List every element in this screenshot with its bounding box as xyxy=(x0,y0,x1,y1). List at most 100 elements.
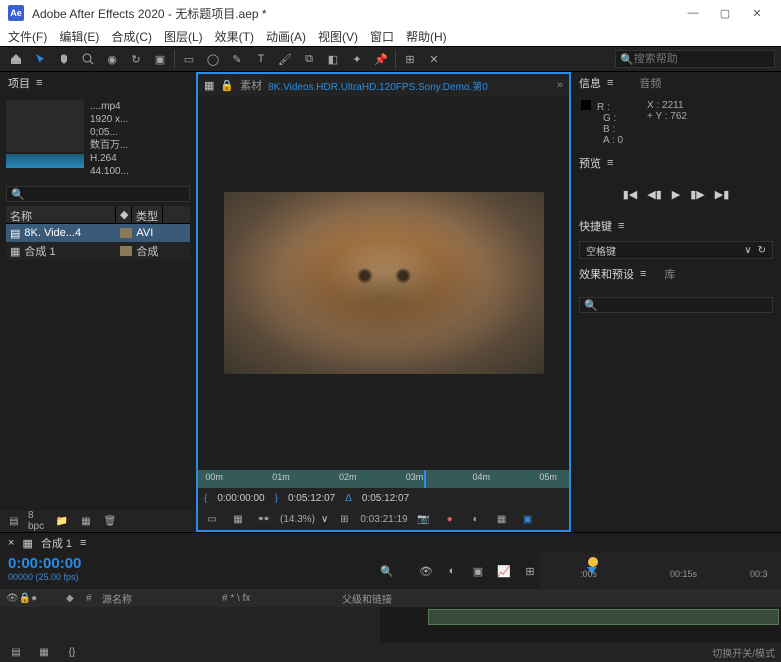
next-frame-button[interactable]: ▮▶ xyxy=(690,188,705,201)
prev-frame-button[interactable]: ◀▮ xyxy=(647,188,662,201)
pen-tool-icon[interactable]: ✎ xyxy=(227,49,247,69)
menu-file[interactable]: 文件(F) xyxy=(8,28,47,45)
roto-tool-icon[interactable]: ✦ xyxy=(347,49,367,69)
bpc-toggle[interactable]: 8 bpc xyxy=(28,511,48,531)
close-icon[interactable]: » xyxy=(557,79,563,91)
brace-icon[interactable]: {} xyxy=(62,642,82,662)
clone-tool-icon[interactable]: ⧉ xyxy=(299,49,319,69)
rotate-tool-icon[interactable]: ↻ xyxy=(126,49,146,69)
close-icon[interactable]: × xyxy=(8,537,14,549)
shy-icon[interactable]: 👁 xyxy=(416,561,436,581)
last-frame-button[interactable]: ▶▮ xyxy=(715,188,730,201)
panel-menu-icon[interactable]: ≡ xyxy=(607,157,613,169)
comp-tab[interactable]: 合成 1 xyxy=(41,535,72,551)
track-area[interactable] xyxy=(380,607,781,642)
zoom-tool-icon[interactable] xyxy=(78,49,98,69)
project-search[interactable]: 🔍 xyxy=(6,186,190,202)
zoom-value[interactable]: (14.3%) xyxy=(280,514,315,525)
menu-view[interactable]: 视图(V) xyxy=(318,28,358,45)
search-icon[interactable]: 🔍 xyxy=(380,565,394,578)
playhead-icon[interactable] xyxy=(424,470,426,488)
info-tab[interactable]: 信息 xyxy=(579,75,601,91)
snapshot-icon[interactable]: 📷 xyxy=(414,509,434,529)
lock-icon[interactable]: 🔒 xyxy=(220,79,234,92)
brush-tool-icon[interactable]: 🖌 xyxy=(275,49,295,69)
col-name[interactable]: 名称 xyxy=(6,206,116,223)
menu-help[interactable]: 帮助(H) xyxy=(406,28,447,45)
interpret-icon[interactable]: ▤ xyxy=(4,511,24,531)
minimize-button[interactable]: — xyxy=(677,7,709,19)
menu-layer[interactable]: 图层(L) xyxy=(164,28,203,45)
in-tc[interactable]: 0:00:00:00 xyxy=(217,493,264,504)
in-bracket-icon[interactable]: { xyxy=(204,493,207,504)
col-type[interactable]: 类型 xyxy=(132,206,163,223)
menu-window[interactable]: 窗口 xyxy=(370,28,394,45)
project-search-input[interactable] xyxy=(25,189,185,200)
source-col[interactable]: 源名称 xyxy=(96,591,216,606)
work-area[interactable] xyxy=(428,609,779,625)
effects-search-input[interactable] xyxy=(598,300,768,311)
library-tab[interactable]: 库 xyxy=(664,266,675,282)
menu-animation[interactable]: 动画(A) xyxy=(266,28,306,45)
col-tag[interactable]: ◆ xyxy=(116,206,132,223)
text-tool-icon[interactable]: T xyxy=(251,49,271,69)
panel-menu-icon[interactable]: ≡ xyxy=(80,537,86,549)
timeline-ruler[interactable]: :00s 00:15s 00:3 xyxy=(540,553,781,589)
shape-tool-icon[interactable]: ▭ xyxy=(179,49,199,69)
view-icon[interactable]: ▣ xyxy=(518,509,538,529)
new-folder-icon[interactable]: 📁 xyxy=(52,511,72,531)
align-icon[interactable]: ✕ xyxy=(424,49,444,69)
panel-menu-icon[interactable]: ≡ xyxy=(640,268,646,280)
current-tc[interactable]: 0:03:21:19 xyxy=(360,514,407,525)
current-tc[interactable]: 0:00:00:00 xyxy=(8,555,372,572)
eraser-tool-icon[interactable]: ◧ xyxy=(323,49,343,69)
home-icon[interactable] xyxy=(6,49,26,69)
viewer-menu-icon[interactable]: ▦ xyxy=(204,79,214,92)
new-comp-icon[interactable]: ▦ xyxy=(76,511,96,531)
close-button[interactable]: ✕ xyxy=(741,7,773,20)
shortcut-dropdown[interactable]: 空格键∨↻ xyxy=(579,241,773,259)
res-icon[interactable]: ▭ xyxy=(202,509,222,529)
panel-menu-icon[interactable]: ≡ xyxy=(607,77,613,89)
project-tab[interactable]: 项目≡ xyxy=(0,72,196,94)
viewer-canvas[interactable] xyxy=(198,96,569,470)
transparency-icon[interactable]: ▦ xyxy=(492,509,512,529)
help-search-input[interactable] xyxy=(634,53,770,65)
ellipse-tool-icon[interactable]: ◯ xyxy=(203,49,223,69)
marker-icon[interactable] xyxy=(588,557,598,567)
preview-tab[interactable]: 预览 xyxy=(579,155,601,171)
3d-icon[interactable]: ▣ xyxy=(468,561,488,581)
orbit-tool-icon[interactable]: ◉ xyxy=(102,49,122,69)
effects-search[interactable]: 🔍 xyxy=(579,297,773,313)
project-row[interactable]: ▤ 8K. Vide...4 AVI xyxy=(6,224,190,242)
menu-effect[interactable]: 效果(T) xyxy=(215,28,254,45)
help-search[interactable]: 🔍 xyxy=(615,50,775,68)
first-frame-button[interactable]: ▮◀ xyxy=(623,188,638,201)
toggle-icon[interactable]: ▦ xyxy=(34,642,54,662)
snap-icon[interactable]: ⊞ xyxy=(400,49,420,69)
out-tc[interactable]: 0:05:12:07 xyxy=(288,493,335,504)
snap-icon[interactable]: ⊞ xyxy=(520,561,540,581)
puppet-tool-icon[interactable]: 📌 xyxy=(371,49,391,69)
audio-tab[interactable]: 音频 xyxy=(639,75,661,91)
project-row[interactable]: ▦ 合成 1 合成 xyxy=(6,242,190,260)
selection-tool-icon[interactable] xyxy=(30,49,50,69)
hand-tool-icon[interactable] xyxy=(54,49,74,69)
mask-icon[interactable]: 👓 xyxy=(254,509,274,529)
menu-composition[interactable]: 合成(C) xyxy=(111,28,152,45)
toggle-icon[interactable]: ▤ xyxy=(6,642,26,662)
parent-col[interactable]: 父级和链接 xyxy=(336,591,398,606)
anchor-tool-icon[interactable]: ▣ xyxy=(150,49,170,69)
graph-icon[interactable]: 📈 xyxy=(494,561,514,581)
maximize-button[interactable]: ▢ xyxy=(709,7,741,20)
layer-list[interactable] xyxy=(0,607,380,642)
play-button[interactable]: ▶ xyxy=(672,188,680,201)
exposure-icon[interactable]: ◐ xyxy=(466,509,486,529)
safe-icon[interactable]: ⊞ xyxy=(334,509,354,529)
grid-icon[interactable]: ▦ xyxy=(228,509,248,529)
channels-icon[interactable]: ● xyxy=(440,509,460,529)
toggle-switches[interactable]: 切换开关/模式 xyxy=(712,645,775,660)
viewer-timebar[interactable]: 00m 01m 02m 03m 04m 05m xyxy=(198,470,569,488)
menu-edit[interactable]: 编辑(E) xyxy=(59,28,99,45)
shortcut-tab[interactable]: 快捷键 xyxy=(579,218,612,234)
